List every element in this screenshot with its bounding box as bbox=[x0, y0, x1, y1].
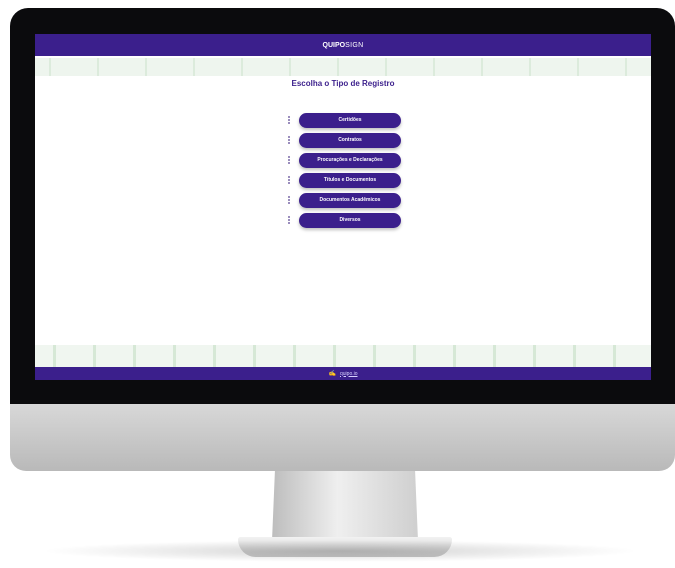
footer-link[interactable]: quipo.io bbox=[340, 371, 358, 377]
menu-button-certidoes[interactable]: Certidões bbox=[299, 112, 401, 128]
menu-row: Contratos bbox=[285, 130, 405, 150]
drag-handle-icon[interactable] bbox=[285, 113, 293, 127]
drag-handle-icon[interactable] bbox=[285, 153, 293, 167]
monitor-chin bbox=[10, 404, 675, 471]
app-header: QUIPO SIGN bbox=[35, 34, 651, 56]
signature-icon: ✍ bbox=[328, 371, 336, 377]
menu-button-titulos[interactable]: Títulos e Documentos bbox=[299, 172, 401, 188]
menu-button-diversos[interactable]: Diversos bbox=[299, 212, 401, 228]
menu-button-procuracoes[interactable]: Procurações e Declarações bbox=[299, 152, 401, 168]
drag-handle-icon[interactable] bbox=[285, 133, 293, 147]
screen: QUIPO SIGN Escolha o Tipo de Registro Cer… bbox=[35, 34, 651, 380]
drag-handle-icon[interactable] bbox=[285, 193, 293, 207]
floor-shadow bbox=[40, 540, 640, 562]
menu-row: Procurações e Declarações bbox=[285, 150, 405, 170]
menu-row: Certidões bbox=[285, 110, 405, 130]
registry-type-menu: Certidões Contratos Procurações e Declar… bbox=[285, 110, 405, 230]
menu-button-contratos[interactable]: Contratos bbox=[299, 132, 401, 148]
menu-row: Diversos bbox=[285, 210, 405, 230]
menu-row: Títulos e Documentos bbox=[285, 170, 405, 190]
monitor-stand bbox=[272, 471, 418, 541]
drag-handle-icon[interactable] bbox=[285, 213, 293, 227]
brand-light: SIGN bbox=[345, 41, 364, 49]
menu-row: Documentos Acadêmicos bbox=[285, 190, 405, 210]
page-title: Escolha o Tipo de Registro bbox=[291, 79, 395, 88]
brand-bold: QUIPO bbox=[322, 41, 346, 49]
drag-handle-icon[interactable] bbox=[285, 173, 293, 187]
footer-pattern bbox=[35, 345, 651, 367]
menu-button-academicos[interactable]: Documentos Acadêmicos bbox=[299, 192, 401, 208]
header-pattern bbox=[35, 56, 651, 76]
app-footer: ✍ quipo.io bbox=[35, 367, 651, 380]
